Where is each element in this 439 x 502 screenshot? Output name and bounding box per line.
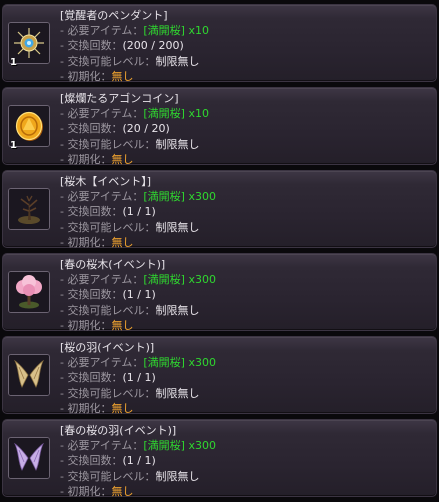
item-info: [燦爛たるアゴンコイン] - 必要アイテム：[満開桜] x10 - 交換回数：(… (60, 91, 430, 167)
item-name: [春の桜の羽(イベント)] (60, 424, 177, 437)
initialize-value: 無し (111, 235, 134, 249)
exchange-level-label: - 交換可能レベル： (60, 220, 156, 234)
required-item-name: [満開桜] (143, 439, 185, 453)
exchange-count-value: (1 / 1) (122, 288, 156, 302)
item-info: [覚醒者のペンダント] - 必要アイテム：[満開桜] x10 - 交換回数：(2… (60, 8, 430, 84)
initialize-label: - 初期化： (60, 152, 112, 166)
required-item-name: [満開桜] (143, 24, 185, 38)
item-name: [桜の羽(イベント)] (60, 341, 155, 354)
exchange-level-label: - 交換可能レベル： (60, 137, 156, 151)
required-item-label: - 必要アイテム： (60, 273, 144, 287)
exchange-level-value: 制限無し (155, 137, 200, 151)
exchange-count-label: - 交換回数： (60, 39, 123, 53)
exchange-item-row[interactable]: [桜木【イベント】] - 必要アイテム：[満開桜] x300 - 交換回数：(1… (2, 170, 437, 250)
exchange-level-value: 制限無し (155, 469, 200, 483)
initialize-value: 無し (111, 318, 134, 332)
required-item-qty: x10 (188, 107, 209, 121)
initialize-label: - 初期化： (60, 69, 112, 83)
required-item-name: [満開桜] (143, 273, 185, 287)
spring-cherry-tree-icon (9, 272, 49, 312)
spring-cherry-wings-icon (9, 438, 49, 478)
required-item-name: [満開桜] (143, 107, 185, 121)
required-item-qty: x300 (188, 273, 216, 287)
item-name: [燦爛たるアゴンコイン] (60, 92, 179, 105)
required-item-label: - 必要アイテム： (60, 439, 144, 453)
exchange-level-label: - 交換可能レベル： (60, 303, 156, 317)
item-quantity: 1 (10, 140, 17, 151)
exchange-count-label: - 交換回数： (60, 454, 123, 468)
required-item-label: - 必要アイテム： (60, 107, 144, 121)
exchange-level-value: 制限無し (155, 54, 200, 68)
initialize-value: 無し (111, 69, 134, 83)
exchange-item-row[interactable]: [春の桜木(イベント)] - 必要アイテム：[満開桜] x300 - 交換回数：… (2, 253, 437, 333)
exchange-level-label: - 交換可能レベル： (60, 386, 156, 400)
initialize-label: - 初期化： (60, 401, 112, 415)
item-name: [春の桜木(イベント)] (60, 258, 166, 271)
required-item-qty: x300 (188, 190, 216, 204)
required-item-qty: x10 (188, 24, 209, 38)
item-quantity: 1 (10, 57, 17, 68)
item-name: [桜木【イベント】] (60, 175, 152, 188)
exchange-level-label: - 交換可能レベル： (60, 469, 156, 483)
item-info: [春の桜の羽(イベント)] - 必要アイテム：[満開桜] x300 - 交換回数… (60, 423, 430, 499)
exchange-level-value: 制限無し (155, 303, 200, 317)
cherry-wings-icon (9, 355, 49, 395)
initialize-value: 無し (111, 152, 134, 166)
initialize-value: 無し (111, 401, 134, 415)
required-item-label: - 必要アイテム： (60, 190, 144, 204)
required-item-qty: x300 (188, 356, 216, 370)
item-icon-slot[interactable] (8, 271, 50, 313)
exchange-count-value: (1 / 1) (122, 454, 156, 468)
exchange-count-label: - 交換回数： (60, 122, 123, 136)
required-item-name: [満開桜] (143, 356, 185, 370)
cherry-tree-icon (9, 189, 49, 229)
required-item-label: - 必要アイテム： (60, 24, 144, 38)
exchange-item-list: 1 [覚醒者のペンダント] - 必要アイテム：[満開桜] x10 - 交換回数：… (0, 0, 439, 502)
item-icon-slot[interactable] (8, 354, 50, 396)
exchange-item-row[interactable]: 1 [覚醒者のペンダント] - 必要アイテム：[満開桜] x10 - 交換回数：… (2, 4, 437, 84)
exchange-count-label: - 交換回数： (60, 205, 123, 219)
initialize-label: - 初期化： (60, 318, 112, 332)
initialize-label: - 初期化： (60, 484, 112, 498)
exchange-count-value: (1 / 1) (122, 205, 156, 219)
exchange-count-value: (200 / 200) (122, 39, 184, 53)
exchange-item-row[interactable]: [桜の羽(イベント)] - 必要アイテム：[満開桜] x300 - 交換回数：(… (2, 336, 437, 416)
exchange-count-label: - 交換回数： (60, 371, 123, 385)
item-name: [覚醒者のペンダント] (60, 9, 168, 22)
exchange-level-value: 制限無し (155, 386, 200, 400)
exchange-item-row[interactable]: 1 [燦爛たるアゴンコイン] - 必要アイテム：[満開桜] x10 - 交換回数… (2, 87, 437, 167)
initialize-label: - 初期化： (60, 235, 112, 249)
initialize-value: 無し (111, 484, 134, 498)
required-item-label: - 必要アイテム： (60, 356, 144, 370)
exchange-count-label: - 交換回数： (60, 288, 123, 302)
item-icon-slot[interactable] (8, 437, 50, 479)
item-info: [桜の羽(イベント)] - 必要アイテム：[満開桜] x300 - 交換回数：(… (60, 340, 430, 416)
exchange-count-value: (20 / 20) (122, 122, 170, 136)
exchange-count-value: (1 / 1) (122, 371, 156, 385)
item-info: [春の桜木(イベント)] - 必要アイテム：[満開桜] x300 - 交換回数：… (60, 257, 430, 333)
exchange-level-value: 制限無し (155, 220, 200, 234)
exchange-item-row[interactable]: [春の桜の羽(イベント)] - 必要アイテム：[満開桜] x300 - 交換回数… (2, 419, 437, 499)
required-item-name: [満開桜] (143, 190, 185, 204)
item-info: [桜木【イベント】] - 必要アイテム：[満開桜] x300 - 交換回数：(1… (60, 174, 430, 250)
required-item-qty: x300 (188, 439, 216, 453)
exchange-level-label: - 交換可能レベル： (60, 54, 156, 68)
item-icon-slot[interactable] (8, 188, 50, 230)
